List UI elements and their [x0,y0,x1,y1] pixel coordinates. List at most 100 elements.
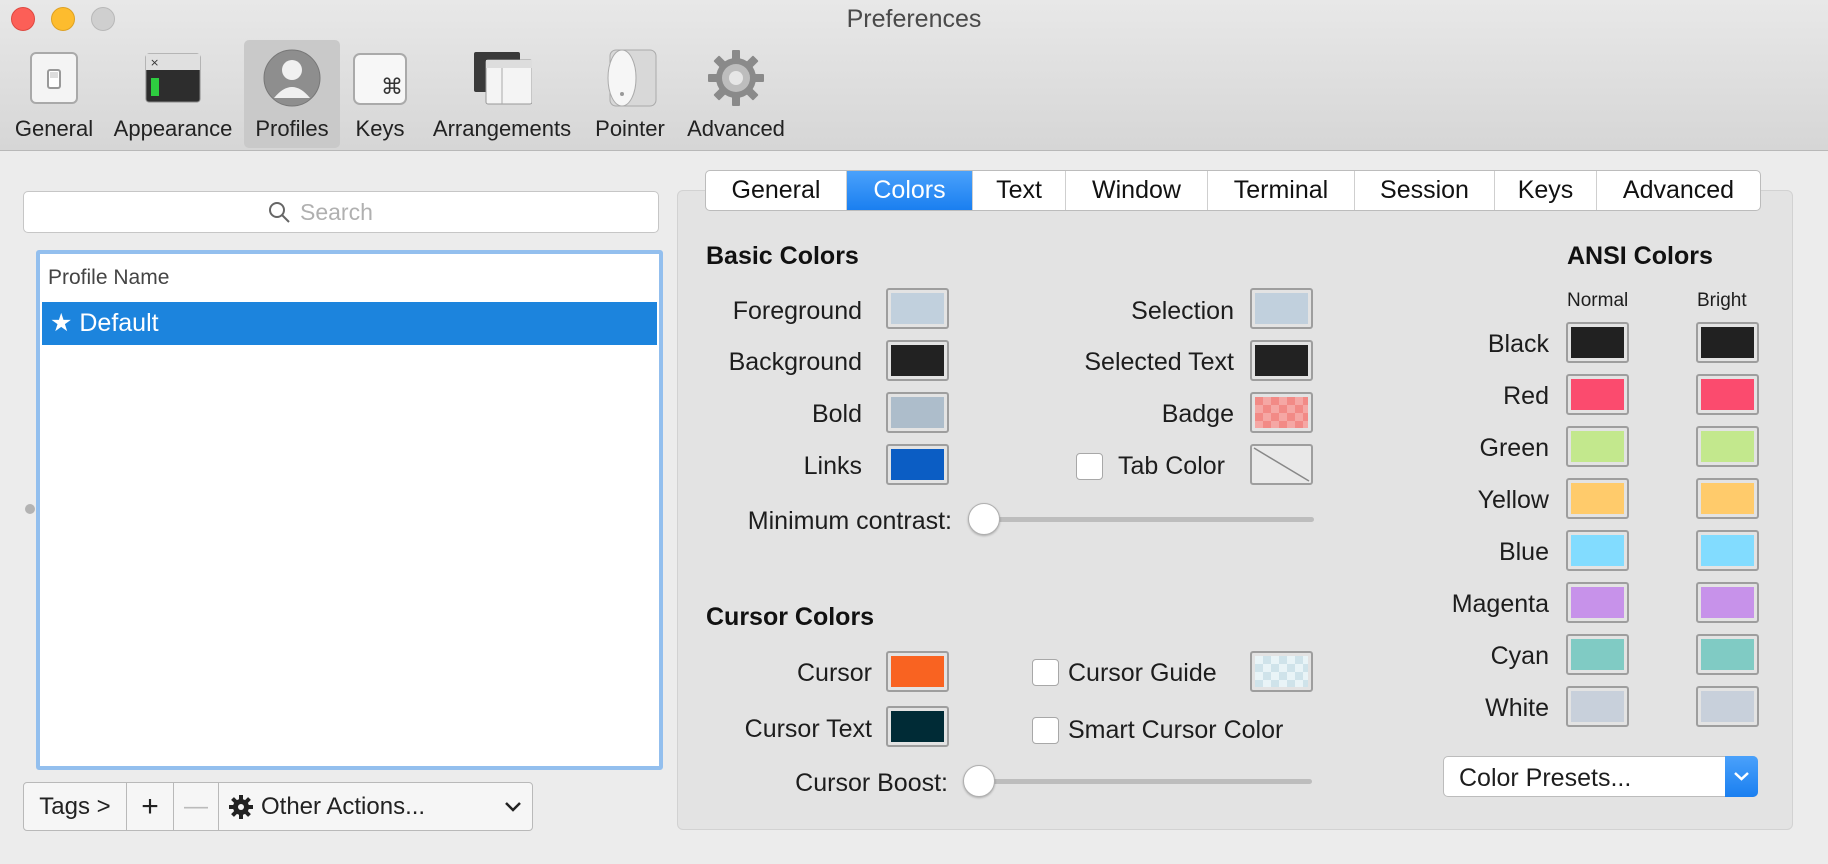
ansi-white-bright-color-well[interactable] [1696,686,1759,727]
tab-keys[interactable]: Keys [1495,171,1597,210]
toolbar-item-appearance[interactable]: × Appearance [108,40,238,148]
toolbar-item-general[interactable]: General [8,40,100,148]
toolbar-item-profiles[interactable]: Profiles [244,40,340,148]
tab-window[interactable]: Window [1066,171,1208,210]
switch-icon [30,52,78,104]
column-header-profile-name[interactable]: Profile Name [48,266,169,290]
cursor-text-color-well[interactable] [886,706,949,747]
links-color-well[interactable] [886,444,949,485]
tab-terminal[interactable]: Terminal [1208,171,1355,210]
tab-color-label: Tab Color [1118,452,1225,480]
search-input[interactable] [300,196,640,228]
smart-cursor-color-label: Smart Cursor Color [1068,716,1284,744]
cursor-guide-label: Cursor Guide [1068,659,1217,687]
toolbar-item-pointer[interactable]: Pointer [588,40,672,148]
ansi-cyan-bright-color-well[interactable] [1696,634,1759,675]
toolbar-label: Advanced [687,116,785,141]
ansi-red-bright-color-well[interactable] [1696,374,1759,415]
title-bar: Preferences General × Appearance Profile… [0,0,1828,151]
tab-colors[interactable]: Colors [847,171,973,210]
ansi-label-cyan: Cyan [1490,642,1549,670]
minimum-contrast-label: Minimum contrast: [747,507,952,535]
profile-list[interactable]: Profile Name ★ Default [36,250,663,770]
basic-colors-title: Basic Colors [706,242,859,270]
tab-advanced[interactable]: Advanced [1597,171,1760,210]
toolbar-label: Profiles [255,116,329,141]
tab-general[interactable]: General [706,171,847,210]
background-color-well[interactable] [886,340,949,381]
other-actions-dropdown[interactable]: Other Actions... [219,783,532,830]
split-view-handle[interactable] [25,504,35,514]
ansi-label-magenta: Magenta [1451,590,1549,618]
minimum-contrast-slider-track[interactable] [970,517,1314,522]
svg-text:×: × [150,56,159,69]
cursor-label: Cursor [796,659,872,687]
toolbar-label: Keys [355,116,405,141]
toolbar-label: Appearance [113,116,233,141]
selection-label: Selection [1131,297,1234,325]
smart-cursor-color-checkbox[interactable] [1032,717,1059,744]
tags-button[interactable]: Tags > [24,783,127,830]
ansi-label-green: Green [1479,434,1549,462]
bold-color-well[interactable] [886,392,949,433]
tab-color-well[interactable] [1250,444,1313,485]
chevron-down-icon [1734,772,1749,781]
links-label: Links [803,452,862,480]
color-presets-arrow[interactable] [1725,756,1758,797]
search-field[interactable] [23,191,659,233]
cursor-color-well[interactable] [886,651,949,692]
other-actions-label: Other Actions... [261,792,426,820]
ansi-cyan-normal-color-well[interactable] [1566,634,1629,675]
profile-tabs: General Colors Text Window Terminal Sess… [705,170,1761,211]
ansi-bright-header: Bright [1697,290,1747,311]
mouse-icon [607,49,657,107]
foreground-color-well[interactable] [886,288,949,329]
foreground-label: Foreground [732,297,862,325]
color-presets-label: Color Presets... [1459,764,1632,792]
ansi-magenta-normal-color-well[interactable] [1566,582,1629,623]
tab-text[interactable]: Text [973,171,1066,210]
add-profile-button[interactable]: + [127,783,174,830]
selection-color-well[interactable] [1250,288,1313,329]
selected-text-color-well[interactable] [1250,340,1313,381]
ansi-label-yellow: Yellow [1477,486,1549,514]
ansi-blue-bright-color-well[interactable] [1696,530,1759,571]
cursor-guide-color-well[interactable] [1250,651,1313,692]
tab-session[interactable]: Session [1355,171,1495,210]
cursor-boost-slider-track[interactable] [966,779,1312,784]
remove-profile-button[interactable]: — [174,783,219,830]
ansi-blue-normal-color-well[interactable] [1566,530,1629,571]
cursor-guide-checkbox[interactable] [1032,659,1059,686]
toolbar-item-keys[interactable]: ⌘ Keys [344,40,416,148]
ansi-black-normal-color-well[interactable] [1566,322,1629,363]
cursor-boost-slider-knob[interactable] [963,765,995,797]
background-label: Background [728,348,862,376]
ansi-green-bright-color-well[interactable] [1696,426,1759,467]
ansi-normal-header: Normal [1567,290,1629,311]
badge-color-well[interactable] [1250,392,1313,433]
profile-row-default[interactable]: ★ Default [42,302,657,345]
chevron-down-icon [505,802,521,812]
color-presets-dropdown[interactable]: Color Presets... [1443,756,1758,797]
ansi-red-normal-color-well[interactable] [1566,374,1629,415]
tab-color-checkbox[interactable] [1076,453,1103,480]
toolbar-item-arrangements[interactable]: Arrangements [426,40,578,148]
minimum-contrast-slider-knob[interactable] [968,503,1000,535]
ansi-label-red: Red [1503,382,1549,410]
ansi-magenta-bright-color-well[interactable] [1696,582,1759,623]
ansi-white-normal-color-well[interactable] [1566,686,1629,727]
toolbar-item-advanced[interactable]: Advanced [682,40,790,148]
ansi-yellow-normal-color-well[interactable] [1566,478,1629,519]
ansi-label-white: White [1485,694,1549,722]
ansi-black-bright-color-well[interactable] [1696,322,1759,363]
windows-arrangement-icon [474,52,532,105]
cursor-colors-title: Cursor Colors [706,603,875,631]
cursor-text-label: Cursor Text [744,715,872,743]
cursor-boost-label: Cursor Boost: [795,769,948,797]
window-title: Preferences [846,5,982,33]
ansi-yellow-bright-color-well[interactable] [1696,478,1759,519]
ansi-label-blue: Blue [1498,538,1549,566]
ansi-label-black: Black [1487,330,1549,358]
ansi-colors-title: ANSI Colors [1567,242,1713,270]
ansi-green-normal-color-well[interactable] [1566,426,1629,467]
